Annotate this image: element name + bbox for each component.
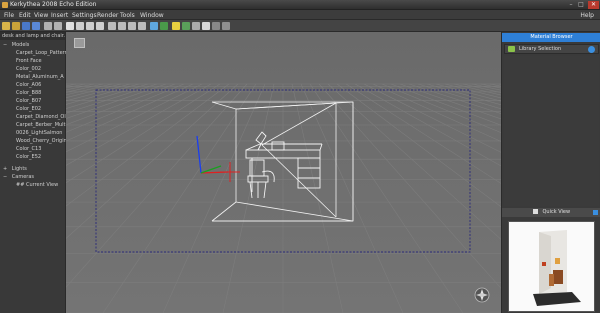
move-icon[interactable]	[118, 22, 126, 30]
camera-icon[interactable]	[108, 22, 116, 30]
viewport-canvas	[66, 32, 501, 313]
quick-view-icon	[532, 209, 538, 214]
preview-render	[509, 222, 594, 311]
solid-icon[interactable]	[202, 22, 210, 30]
app-logo-icon	[2, 2, 8, 8]
sphere-icon[interactable]	[222, 22, 230, 30]
grid-icon[interactable]	[182, 22, 190, 30]
quick-view-refresh-icon[interactable]	[593, 210, 598, 215]
model-list-item[interactable]: Carpet_Diamond_Ol	[16, 113, 66, 121]
menu-window[interactable]: Window	[140, 12, 164, 19]
model-list-item[interactable]: Color_002	[16, 65, 41, 73]
select-icon[interactable]	[66, 22, 74, 30]
menu-settings[interactable]: Settings	[72, 12, 97, 19]
pan-icon[interactable]	[76, 22, 84, 30]
render-settings-icon[interactable]	[160, 22, 168, 30]
camera-item-label: ## Current View	[16, 182, 59, 188]
undo-icon[interactable]	[44, 22, 52, 30]
title-bar: Kerkythea 2008 Echo Edition – □ ✕	[0, 0, 600, 10]
menu-insert[interactable]: Insert	[51, 12, 68, 19]
library-icon	[508, 46, 515, 52]
tree-current-view-item[interactable]: ## Current View	[16, 181, 58, 189]
material-browser-title: Material Browser	[502, 33, 600, 42]
menu-file[interactable]: File	[4, 12, 14, 19]
maximize-button[interactable]: □	[577, 1, 585, 9]
view-cube-icon[interactable]	[74, 38, 85, 48]
quick-view-preview	[508, 221, 595, 312]
collapse-icon[interactable]: −	[3, 174, 7, 180]
model-list-item[interactable]: Carpet_Loop_Pattern	[16, 49, 68, 57]
wireframe-icon[interactable]	[192, 22, 200, 30]
menu-help[interactable]: Help	[580, 12, 594, 19]
expand-icon[interactable]: +	[3, 166, 7, 172]
rotate-icon[interactable]	[86, 22, 94, 30]
collapse-icon[interactable]: −	[3, 42, 7, 48]
scene-tree-panel: desk and lamp and chair.ar − Models Carp…	[0, 32, 68, 313]
material-list-area[interactable]	[504, 56, 599, 206]
right-panel: Material Browser Library Selection Quick…	[501, 32, 600, 313]
model-list-item[interactable]: Color_C13	[16, 145, 41, 153]
tree-cameras-label: Cameras	[11, 174, 35, 180]
scale-icon[interactable]	[128, 22, 136, 30]
model-list-item[interactable]: Metal_Aluminum_A	[16, 73, 64, 81]
snap-icon[interactable]	[138, 22, 146, 30]
tree-cameras-node[interactable]: − Cameras	[3, 173, 34, 181]
model-list-item[interactable]: Color_E52	[16, 153, 41, 161]
menu-edit[interactable]: Edit	[19, 12, 31, 19]
library-selection-row[interactable]: Library Selection	[504, 44, 599, 54]
open-icon[interactable]	[12, 22, 20, 30]
model-list-item[interactable]: 0026_LightSalmon	[16, 129, 62, 137]
model-list-item[interactable]: Carpet_Berber_Multi	[16, 121, 67, 129]
menu-bar: File Edit View Insert Settings Render To…	[0, 10, 600, 20]
tree-lights-label: Lights	[11, 166, 27, 172]
model-list-item[interactable]: Color_A06	[16, 81, 41, 89]
shaded-icon[interactable]	[212, 22, 220, 30]
tree-models-node[interactable]: − Models	[3, 41, 29, 49]
menu-view[interactable]: View	[34, 12, 48, 19]
new-icon[interactable]	[2, 22, 10, 30]
navigation-compass-icon[interactable]	[474, 287, 490, 303]
save-icon[interactable]	[22, 22, 30, 30]
zoom-icon[interactable]	[96, 22, 104, 30]
light-icon[interactable]	[172, 22, 180, 30]
redo-icon[interactable]	[54, 22, 62, 30]
main-toolbar	[0, 20, 600, 32]
menu-tools[interactable]: Tools	[120, 12, 135, 19]
model-list-item[interactable]: Wood_Cherry_Origin	[16, 137, 67, 145]
model-list-item[interactable]: Color_E02	[16, 105, 41, 113]
tree-lights-node[interactable]: + Lights	[3, 165, 27, 173]
window-title: Kerkythea 2008 Echo Edition	[10, 1, 97, 8]
tree-models-label: Models	[11, 42, 30, 48]
minimize-button[interactable]: –	[567, 1, 575, 9]
scene-root-label[interactable]: desk and lamp and chair.ar	[0, 32, 65, 40]
refresh-icon[interactable]	[588, 46, 595, 53]
library-selection-label: Library Selection	[519, 46, 562, 52]
close-button[interactable]: ✕	[588, 1, 599, 9]
model-list-item[interactable]: Front Face	[16, 57, 42, 65]
quick-view-label: Quick View	[542, 209, 571, 215]
menu-render[interactable]: Render	[97, 12, 118, 19]
model-list-item[interactable]: Color_B88	[16, 89, 41, 97]
render-icon[interactable]	[150, 22, 158, 30]
3d-viewport[interactable]	[66, 32, 501, 313]
save-as-icon[interactable]	[32, 22, 40, 30]
quick-view-title: Quick View	[502, 208, 600, 217]
model-list-item[interactable]: Color_B07	[16, 97, 41, 105]
